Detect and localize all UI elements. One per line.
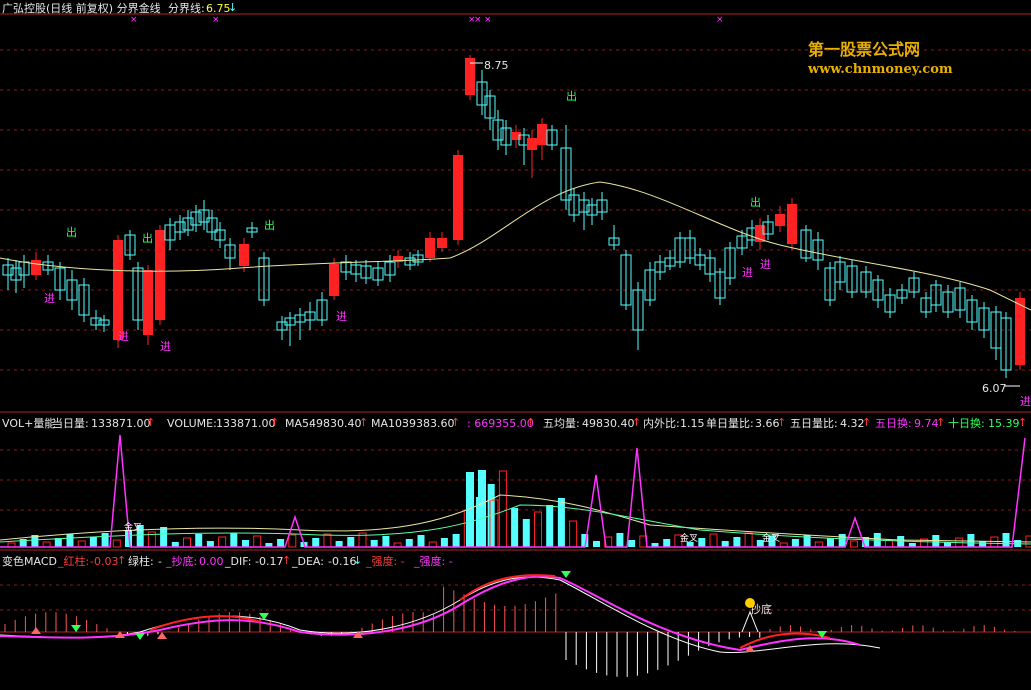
candle-body bbox=[143, 270, 153, 335]
volume-bar bbox=[838, 534, 846, 547]
top-marker: × bbox=[212, 15, 220, 25]
volume-bar bbox=[709, 533, 718, 548]
sell-signal: 出 bbox=[264, 218, 275, 232]
sell-signal: 出 bbox=[142, 231, 153, 245]
volume-bar bbox=[744, 532, 753, 548]
buy-signal: 进 bbox=[742, 266, 753, 279]
volume-bar bbox=[370, 540, 378, 547]
volume-bar bbox=[979, 541, 987, 547]
candle-body bbox=[787, 204, 797, 244]
buy-signal: 进 bbox=[44, 292, 55, 305]
volume-bar bbox=[277, 539, 285, 547]
candle-body bbox=[775, 214, 785, 226]
volume-bar bbox=[101, 533, 109, 547]
volume-bar bbox=[323, 533, 332, 548]
volume-bar bbox=[347, 537, 355, 547]
volume-bar bbox=[230, 533, 238, 547]
volume-bar bbox=[440, 538, 448, 547]
volume-bar bbox=[534, 511, 542, 548]
volume-bar bbox=[522, 519, 530, 547]
volume-bar bbox=[183, 537, 191, 548]
bottom-peak-line bbox=[741, 610, 759, 633]
volume-bar bbox=[382, 536, 390, 547]
candle-body bbox=[31, 260, 41, 275]
death-cross-arrow-icon bbox=[135, 633, 145, 640]
volume-bar bbox=[616, 533, 624, 547]
volume-bar bbox=[112, 539, 121, 548]
moving-average-line bbox=[0, 181, 1031, 311]
volume-bar bbox=[89, 537, 97, 547]
top-marker: × bbox=[474, 15, 482, 25]
volume-bar bbox=[218, 536, 227, 548]
volume-bar bbox=[206, 541, 214, 547]
volume-bar bbox=[312, 538, 320, 547]
golden-cross-label: 金叉 bbox=[762, 532, 780, 544]
volume-bar bbox=[546, 505, 554, 547]
candle-body bbox=[465, 58, 475, 95]
volume-bar bbox=[498, 470, 507, 548]
top-marker: × bbox=[716, 15, 724, 25]
volume-bar bbox=[791, 539, 799, 547]
volume-bar bbox=[478, 470, 486, 547]
volume-bar bbox=[1002, 533, 1010, 547]
candle-body bbox=[453, 155, 463, 240]
death-cross-arrow-icon bbox=[561, 571, 571, 578]
volume-bar bbox=[242, 540, 249, 547]
volume-bar bbox=[569, 520, 578, 548]
candle-body bbox=[527, 138, 537, 150]
buy-signal: 进 bbox=[1020, 395, 1031, 408]
candle-body bbox=[155, 230, 165, 320]
volume-bar bbox=[827, 538, 834, 547]
volume-bar bbox=[405, 539, 413, 547]
volume-bar bbox=[335, 541, 343, 547]
volume-bar bbox=[253, 535, 262, 548]
volume-bar bbox=[628, 540, 636, 547]
golden-cross-label: 金叉 bbox=[124, 521, 142, 533]
death-cross-arrow-icon bbox=[71, 625, 81, 632]
macd-red-segment bbox=[149, 574, 831, 649]
bottom-smiley-icon bbox=[745, 598, 755, 608]
volume-bar bbox=[733, 537, 741, 547]
volume-bar bbox=[452, 534, 460, 547]
golden-cross-arrow-icon bbox=[31, 627, 41, 634]
volume-bar bbox=[195, 534, 203, 547]
buy-signal: 进 bbox=[336, 310, 347, 323]
buy-signal: 进 bbox=[118, 330, 129, 343]
candle-body bbox=[329, 264, 339, 296]
volume-bar bbox=[77, 540, 86, 548]
volume-bar bbox=[160, 527, 168, 547]
volume-bar bbox=[66, 534, 74, 547]
volume-bar bbox=[417, 535, 425, 547]
volume-bar bbox=[593, 541, 600, 547]
macd-dea-line bbox=[0, 575, 861, 652]
buy-signal: 进 bbox=[160, 340, 171, 353]
top-marker: × bbox=[484, 15, 492, 25]
volume-bar bbox=[967, 534, 975, 547]
candle-body bbox=[113, 240, 123, 340]
volume-bar bbox=[288, 534, 297, 548]
volume-bar bbox=[698, 538, 706, 547]
golden-cross-label: 金叉 bbox=[680, 532, 698, 544]
volume-bar bbox=[990, 536, 999, 548]
buy-signal: 进 bbox=[760, 258, 771, 271]
sell-signal: 出 bbox=[566, 89, 577, 103]
candle-body bbox=[437, 238, 447, 248]
volume-bar bbox=[721, 541, 729, 547]
volume-bar bbox=[511, 508, 519, 547]
volume-bar bbox=[897, 536, 905, 547]
top-marker: × bbox=[130, 15, 138, 25]
candle-body bbox=[537, 124, 547, 145]
volume-bar bbox=[849, 540, 858, 548]
stock-chart-canvas[interactable]: × × ×× × ×出出出出出进进进进进进进金叉 金叉金叉 bbox=[0, 0, 1031, 690]
candle-body bbox=[239, 244, 249, 266]
candle-body bbox=[1015, 298, 1025, 365]
volume-bar bbox=[663, 539, 671, 547]
candle-body bbox=[425, 238, 435, 258]
sell-signal: 出 bbox=[750, 195, 761, 209]
sell-signal: 出 bbox=[66, 225, 77, 239]
volume-bar bbox=[557, 498, 565, 547]
